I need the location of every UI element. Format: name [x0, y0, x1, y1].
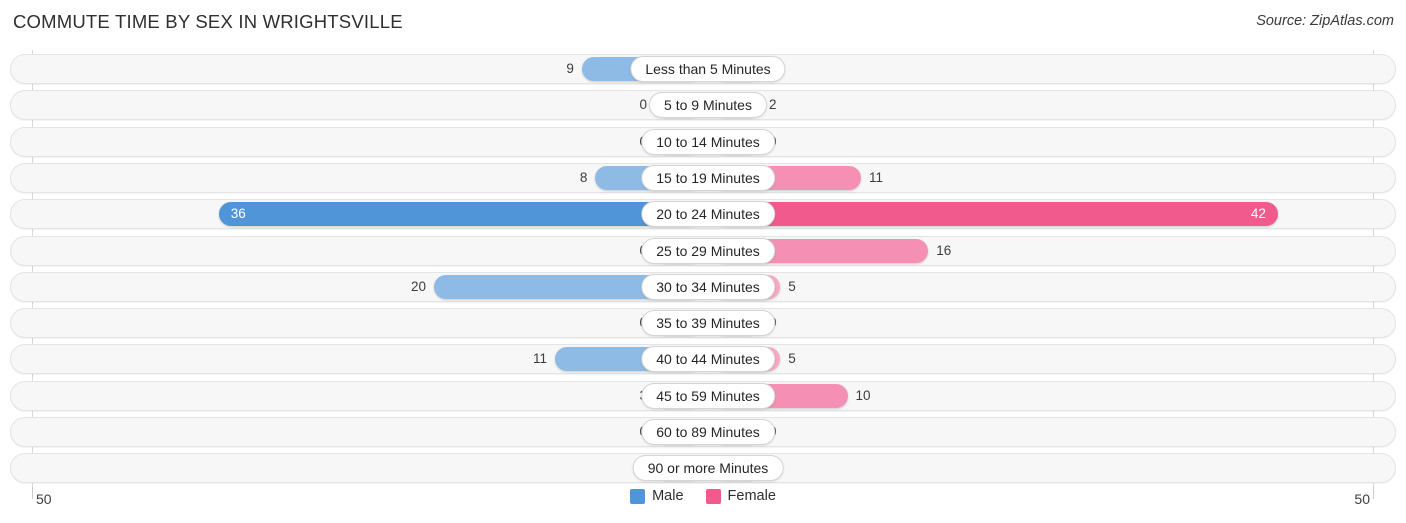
bar-value-male: 8 — [579, 169, 588, 185]
row-category-label: 40 to 44 Minutes — [641, 346, 775, 373]
bar-value-male: 20 — [410, 278, 426, 294]
bar-value-male: 11 — [533, 351, 548, 367]
legend-item-female[interactable]: Female — [705, 488, 776, 504]
chart-row[interactable]: 01625 to 29 Minutes — [10, 235, 1396, 266]
chart-container: COMMUTE TIME BY SEX IN WRIGHTSVILLE Sour… — [0, 0, 1406, 523]
bar-value-male: 0 — [639, 97, 647, 113]
bar-value-female: 0 — [769, 420, 815, 444]
plot-area: 90Less than 5 Minutes025 to 9 Minutes001… — [0, 50, 1406, 487]
legend-item-male[interactable]: Male — [630, 488, 684, 504]
row-category-label: 35 to 39 Minutes — [641, 310, 775, 337]
chart-row[interactable]: 0010 to 14 Minutes — [10, 126, 1396, 157]
row-category-label: 5 to 9 Minutes — [649, 92, 767, 119]
bar-value-female: 2 — [769, 97, 777, 113]
legend-label: Female — [727, 488, 776, 504]
chart-row[interactable]: 36 42 20 to 24 Minutes — [10, 199, 1396, 230]
row-category-label: 30 to 34 Minutes — [641, 273, 775, 300]
chart-row[interactable]: 8 11 15 to 19 Minutes — [10, 162, 1396, 193]
bar-value-female: 0 — [769, 130, 815, 154]
row-category-label: 45 to 59 Minutes — [641, 382, 775, 409]
bar-female[interactable] — [713, 202, 1278, 227]
bar-value-female: 42 — [1250, 206, 1266, 222]
source-attribution: Source: ZipAtlas.com — [1256, 13, 1394, 29]
page-title: COMMUTE TIME BY SEX IN WRIGHTSVILLE — [13, 11, 403, 32]
chart-row[interactable]: 20 5 30 to 34 Minutes — [10, 271, 1396, 302]
row-category-label: 25 to 29 Minutes — [641, 237, 775, 264]
chart-row[interactable]: 0060 to 89 Minutes — [10, 417, 1396, 447]
legend-label: Male — [652, 488, 684, 504]
row-category-label: 60 to 89 Minutes — [641, 419, 775, 445]
bar-value-male: 9 — [566, 61, 574, 76]
chart-row[interactable]: 0035 to 39 Minutes — [10, 308, 1396, 339]
row-category-label: 20 to 24 Minutes — [641, 201, 775, 228]
bar-value-female: 5 — [788, 351, 796, 367]
bar-male[interactable] — [218, 202, 703, 227]
chart-row[interactable]: 90Less than 5 Minutes — [10, 54, 1396, 84]
chart-row[interactable]: 0 25 to 9 Minutes — [10, 90, 1396, 121]
bar-value-male: 36 — [230, 206, 246, 222]
legend-swatch-icon — [705, 488, 721, 504]
chart-row[interactable]: 31045 to 59 Minutes — [10, 380, 1396, 411]
row-category-label: 90 or more Minutes — [632, 455, 784, 482]
legend-swatch-icon — [630, 488, 646, 504]
bar-value-female: 16 — [936, 242, 952, 258]
chart-legend: Male Female — [0, 488, 1406, 504]
chart-row[interactable]: 0090 or more Minutes — [10, 453, 1396, 484]
row-category-label: Less than 5 Minutes — [630, 56, 786, 82]
bar-value-female: 11 — [868, 169, 883, 185]
bar-value-female: 5 — [788, 278, 796, 294]
row-category-label: 15 to 19 Minutes — [641, 164, 775, 191]
bar-value-female: 10 — [855, 387, 871, 403]
row-category-label: 10 to 14 Minutes — [641, 128, 775, 155]
bar-value-female: 0 — [769, 311, 815, 335]
chart-row[interactable]: 11 5 40 to 44 Minutes — [10, 344, 1396, 375]
